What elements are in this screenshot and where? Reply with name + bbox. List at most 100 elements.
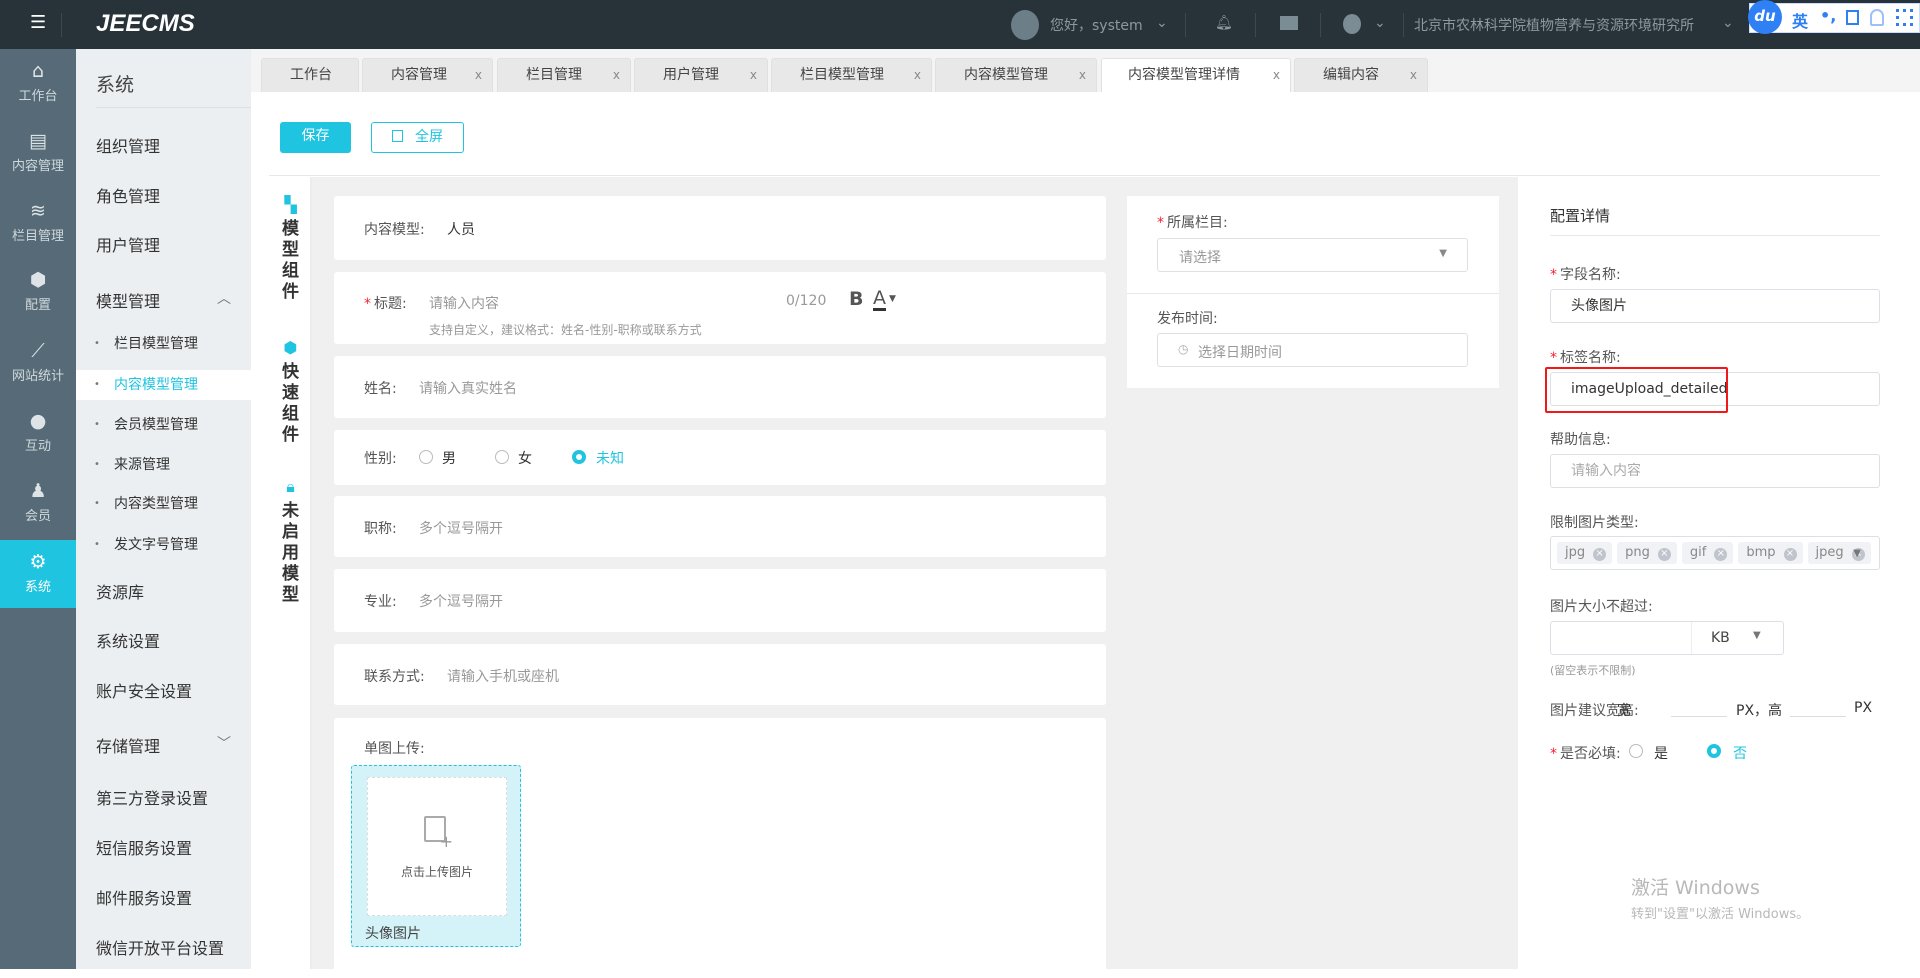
menu-item-sms[interactable]: 短信服务设置 [96,835,192,859]
menu-item-role[interactable]: 角色管理 [96,183,160,207]
size-unit-select[interactable]: KB [1711,622,1730,654]
nav-workbench[interactable]: ⌂ 工作台 [0,49,76,117]
tab-content[interactable]: 内容管理 x [362,58,493,92]
tab-content-model-detail[interactable]: 内容模型管理详情 x [1101,58,1291,92]
tab-column-model[interactable]: 栏目模型管理 x [771,58,932,92]
major-input[interactable]: 多个逗号隔开 [419,591,503,611]
nav-content[interactable]: ▤ 内容管理 [0,119,76,187]
nav-config[interactable]: ⬢ 配置 [0,258,76,326]
submenu-source[interactable]: 来源管理 [76,450,251,480]
nav-system[interactable]: ⚙ 系统 [0,540,76,608]
close-icon[interactable]: x [914,59,921,92]
tab-edit-content[interactable]: 编辑内容 x [1294,58,1428,92]
hamburger-menu-icon[interactable]: ☰ [30,14,46,32]
nav-label: 快速组件 [282,362,299,445]
column-select[interactable]: 请选择 ▼ [1157,238,1468,272]
nav-column[interactable]: ≋ 栏目管理 [0,189,76,257]
radio-female[interactable] [495,450,509,464]
help-input[interactable]: 请输入内容 [1550,454,1880,488]
palette-icon[interactable] [1343,14,1361,34]
upload-card[interactable]: 单图上传: + 点击上传图片 头像图片 [334,718,1106,978]
menu-item-resource[interactable]: 资源库 [96,579,144,603]
menu-item-third-login[interactable]: 第三方登录设置 [96,785,208,809]
size-input[interactable]: KB ▼ [1550,621,1784,655]
close-icon[interactable]: × [1593,548,1607,561]
submenu-member-model[interactable]: 会员模型管理 [76,410,251,440]
tab-content-model[interactable]: 内容模型管理 x [935,58,1097,92]
radio-required-yes[interactable] [1629,744,1643,758]
major-card[interactable]: 专业: 多个逗号隔开 [334,569,1106,632]
menu-item-storage[interactable]: 存储管理 ﹀ [96,733,231,757]
tab-column[interactable]: 栏目管理 x [497,58,631,92]
radio-required-no[interactable] [1707,744,1721,758]
close-icon[interactable]: x [750,59,757,92]
submenu-content-type[interactable]: 内容类型管理 [76,489,251,519]
grid-icon[interactable] [1896,9,1913,26]
chevron-down-icon[interactable]: ⌄ [1156,15,1168,31]
menu-item-mail[interactable]: 邮件服务设置 [96,885,192,909]
save-button[interactable]: 保存 [280,122,351,153]
close-icon[interactable]: × [1657,548,1671,561]
name-card[interactable]: 姓名: 请输入真实姓名 [334,356,1106,418]
close-icon[interactable]: x [1410,59,1417,92]
close-icon[interactable]: × [1714,548,1728,561]
nav-quick-components[interactable]: ⬢ 快速组件 [269,340,312,446]
job-card[interactable]: 职称: 多个逗号隔开 [334,496,1106,557]
ime-skin-icon[interactable] [1846,10,1859,25]
fullscreen-button[interactable]: 全屏 [371,122,464,153]
user-icon[interactable] [1870,9,1884,26]
close-icon[interactable]: x [475,59,482,92]
tab-user[interactable]: 用户管理 x [634,58,768,92]
ime-punct[interactable]: •, [1820,6,1836,25]
nav-interact[interactable]: ● 互动 [0,399,76,467]
submenu-column-model[interactable]: 栏目模型管理 [76,329,251,359]
submenu-doc-number[interactable]: 发文字号管理 [76,530,251,560]
radio-male[interactable] [419,450,433,464]
menu-item-wechat[interactable]: 微信开放平台设置 [96,935,224,959]
menu-item-system-settings[interactable]: 系统设置 [96,628,160,652]
upload-field-selected[interactable]: + 点击上传图片 头像图片 [351,765,521,947]
bold-button[interactable]: B [849,288,863,310]
width-input[interactable] [1671,716,1727,717]
job-input[interactable]: 多个逗号隔开 [419,518,503,538]
close-icon[interactable]: x [613,59,620,92]
org-name[interactable]: 北京市农林科学院植物营养与资源环境研究所 [1414,15,1694,35]
name-input[interactable]: 请输入真实姓名 [419,378,517,398]
nav-stats[interactable]: ⟋ 网站统计 [0,329,76,397]
nav-member[interactable]: ♟ 会员 [0,469,76,537]
height-input[interactable] [1790,716,1846,717]
nav-model-components[interactable]: ▚ 模型组件 [269,197,312,303]
title-input[interactable]: 请输入内容 [429,293,499,313]
menu-item-org[interactable]: 组织管理 [96,133,160,157]
menu-item-account-security[interactable]: 账户安全设置 [96,678,192,702]
caret-down-icon[interactable]: ▼ [889,294,896,304]
close-icon[interactable]: × [1783,548,1797,561]
title-card[interactable]: * 标题: 请输入内容 0/120 B A ▼ 支持自定义，建议格式：姓名-性别-… [334,272,1106,344]
chevron-down-icon[interactable]: ⌄ [1374,15,1386,31]
ime-toolbar[interactable]: du 英 •, [1748,0,1920,34]
menu-item-user[interactable]: 用户管理 [96,232,160,256]
nav-disabled-models[interactable]: 🔒︎ 未启用模型 [269,479,312,606]
contact-input[interactable]: 请输入手机或座机 [447,666,559,686]
font-color-button[interactable]: A [873,288,886,311]
upload-dropzone[interactable]: + 点击上传图片 [367,777,507,916]
publish-time-picker[interactable]: ◷ 选择日期时间 [1157,333,1468,367]
field-name-input[interactable]: 头像图片 [1550,289,1880,323]
size-hint: (留空表示不限制) [1550,664,1636,677]
submenu-content-model[interactable]: 内容模型管理 [76,370,251,400]
gender-card[interactable]: 性别: 男 女 未知 [334,430,1106,485]
greeting[interactable]: 您好，system [1050,15,1143,35]
image-types-select[interactable]: jpg × png × gif × bmp × jpeg × ▼ [1550,536,1880,570]
avatar[interactable] [1011,10,1039,40]
monitor-icon[interactable] [1280,16,1298,30]
model-card[interactable]: 内容模型: 人员 [334,196,1106,260]
ime-lang[interactable]: 英 [1792,8,1808,32]
bell-icon[interactable]: 🔔︎ [1215,15,1233,31]
close-icon[interactable]: x [1079,59,1086,92]
tab-workbench[interactable]: 工作台 [261,58,359,92]
chevron-down-icon[interactable]: ⌄ [1722,15,1734,31]
menu-item-model[interactable]: 模型管理 ︿ [96,288,231,312]
contact-card[interactable]: 联系方式: 请输入手机或座机 [334,644,1106,705]
close-icon[interactable]: x [1273,59,1280,92]
radio-unknown[interactable] [572,450,586,464]
